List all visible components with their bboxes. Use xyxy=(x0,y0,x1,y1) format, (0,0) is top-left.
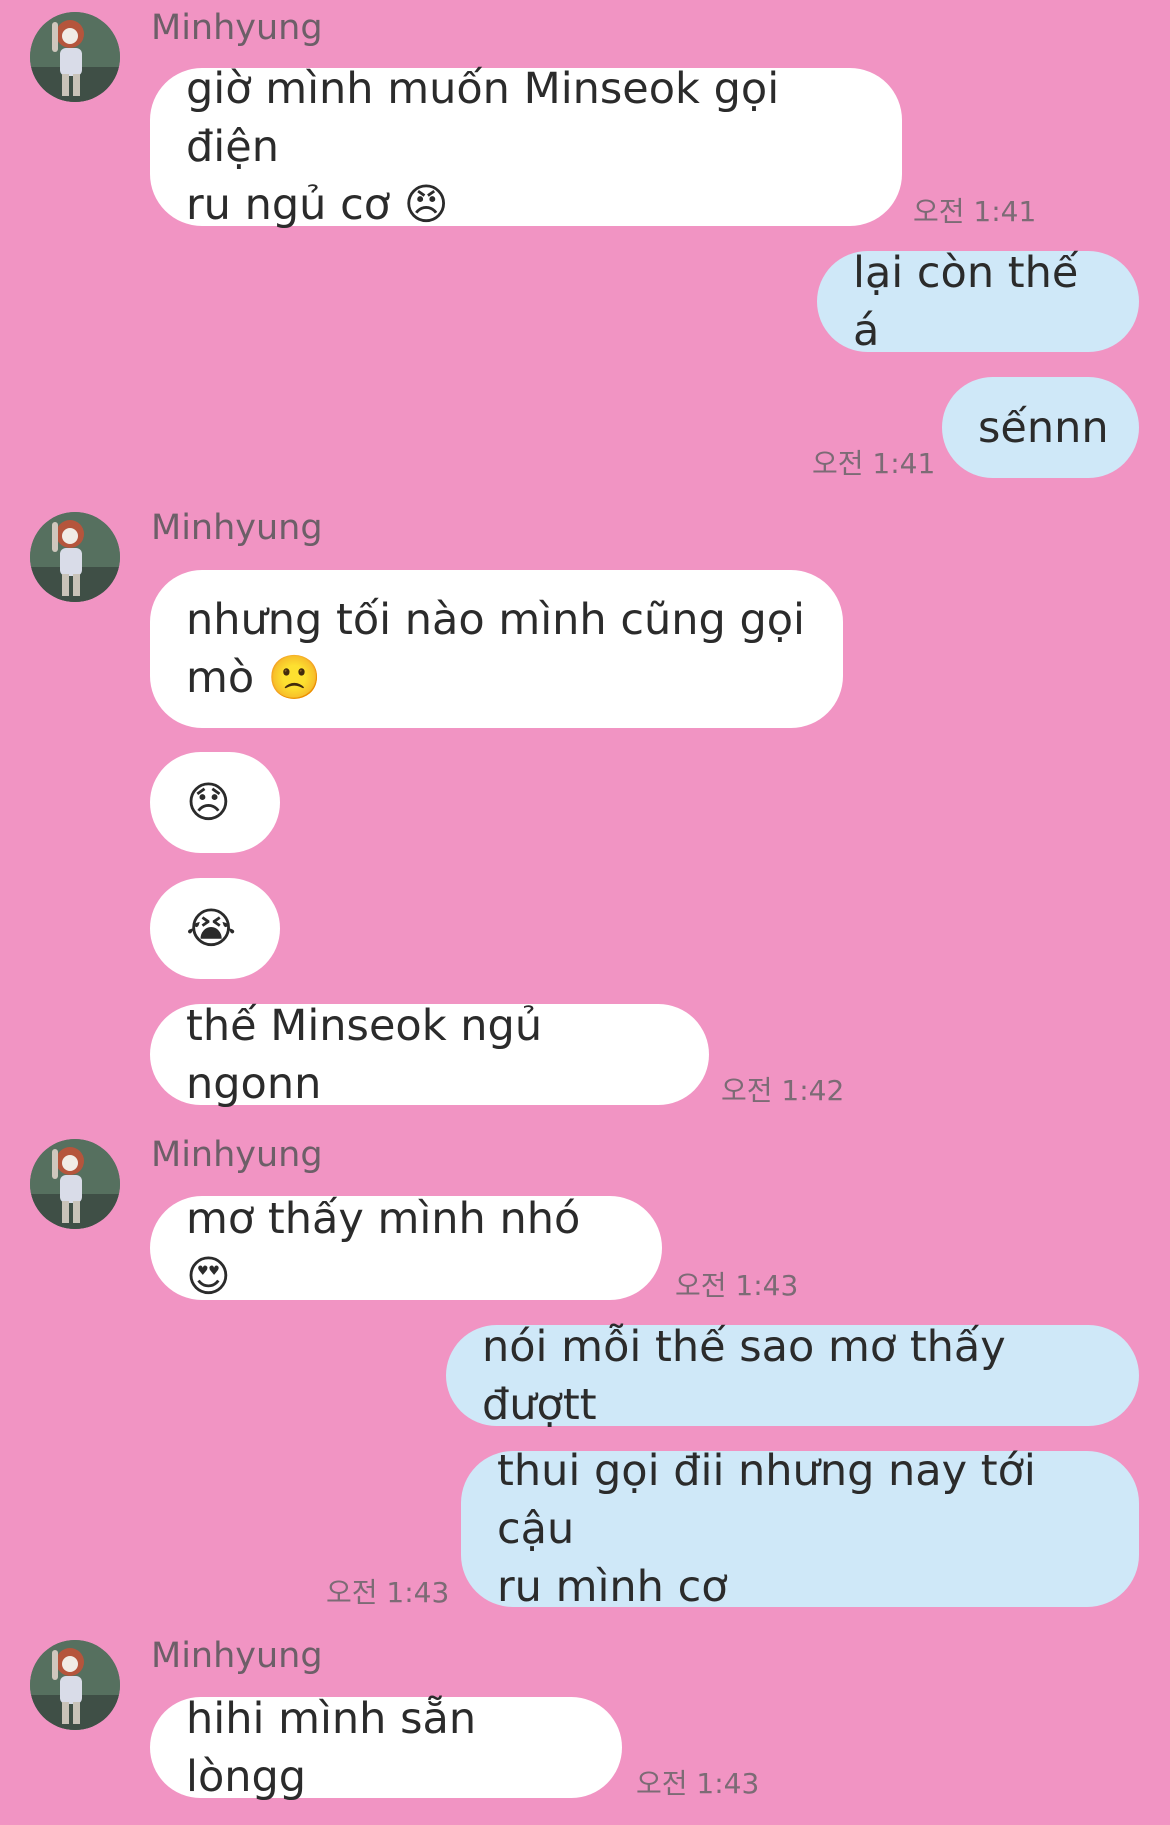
message-text: sếnnn xyxy=(978,402,1109,453)
message-bubble[interactable]: 😭 xyxy=(150,878,280,979)
avatar-image xyxy=(30,12,120,102)
message-bubble[interactable]: thế Minseok ngủ ngonn xyxy=(150,1001,709,1109)
avatar-image xyxy=(30,1139,120,1229)
message-text: thui gọi đii nhưng nay tới cậu ru mình c… xyxy=(497,1446,1036,1612)
message-bubble[interactable]: thui gọi đii nhưng nay tới cậu ru mình c… xyxy=(461,1446,1139,1612)
avatar[interactable] xyxy=(30,1640,120,1730)
avatar-image xyxy=(30,512,120,602)
message-timestamp: 오전 1:43 xyxy=(636,1767,760,1800)
message-timestamp: 오전 1:41 xyxy=(812,447,936,480)
message-bubble[interactable]: giờ mình muốn Minseok gọi điện ru ngủ cơ… xyxy=(150,64,902,230)
message-text: giờ mình muốn Minseok gọi điện ru ngủ cơ… xyxy=(186,64,780,230)
message-text: hihi mình sẵn lòngg xyxy=(186,1693,477,1802)
message-text: nhưng tối nào mình cũng gọi mò 🙁 xyxy=(186,595,806,703)
message-timestamp: 오전 1:42 xyxy=(721,1074,845,1107)
message-bubble[interactable]: nói mỗi thế sao mơ thấy đượtt xyxy=(446,1322,1139,1430)
avatar[interactable] xyxy=(30,12,120,102)
message-timestamp: 오전 1:43 xyxy=(326,1576,450,1609)
message-bubble[interactable]: lại còn thế á xyxy=(817,248,1139,356)
message-text: mơ thấy mình nhó 😍 xyxy=(186,1194,581,1302)
avatar[interactable] xyxy=(30,1139,120,1229)
message-text: nói mỗi thế sao mơ thấy đượtt xyxy=(482,1321,1006,1430)
message-timestamp: 오전 1:43 xyxy=(675,1269,799,1302)
sender-name: Minhyung xyxy=(151,1135,323,1175)
message-bubble[interactable]: mơ thấy mình nhó 😍 xyxy=(150,1194,662,1302)
avatar[interactable] xyxy=(30,512,120,602)
message-text: lại còn thế á xyxy=(853,247,1079,356)
avatar-image xyxy=(30,1640,120,1730)
message-bubble[interactable]: hihi mình sẵn lòngg xyxy=(150,1694,622,1802)
message-bubble[interactable]: sếnnn xyxy=(942,377,1139,478)
message-timestamp: 오전 1:41 xyxy=(913,195,1037,228)
message-bubble[interactable]: nhưng tối nào mình cũng gọi mò 🙁 xyxy=(150,570,843,728)
sender-name: Minhyung xyxy=(151,1636,323,1676)
sender-name: Minhyung xyxy=(151,8,323,48)
message-text: 😞 xyxy=(186,777,231,828)
message-text: 😭 xyxy=(186,903,237,954)
sender-name: Minhyung xyxy=(151,508,323,548)
message-bubble[interactable]: 😞 xyxy=(150,752,280,853)
message-text: thế Minseok ngủ ngonn xyxy=(186,1000,543,1109)
